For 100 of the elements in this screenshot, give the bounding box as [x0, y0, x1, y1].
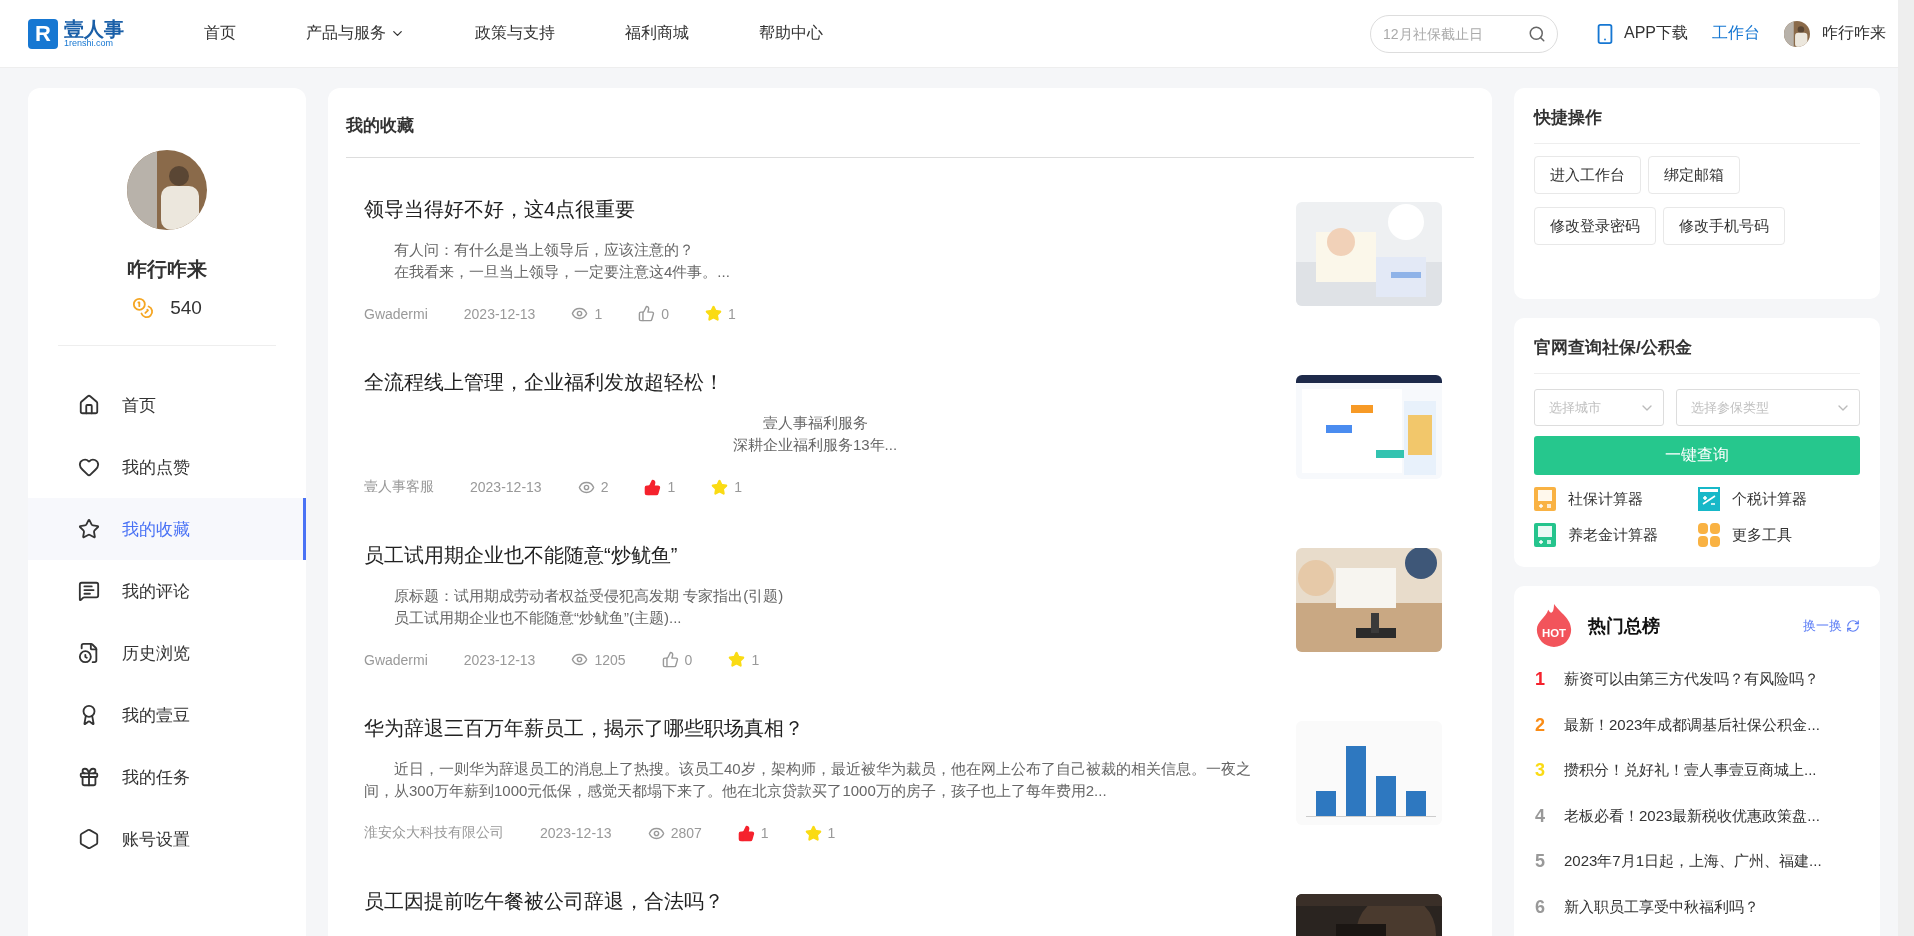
tool-link[interactable]: 更多工具: [1698, 523, 1860, 547]
workbench-link[interactable]: 工作台: [1712, 23, 1760, 44]
view-count: 2: [600, 479, 609, 495]
star-icon[interactable]: [705, 305, 722, 322]
nav-link[interactable]: 产品与服务: [306, 23, 405, 44]
quick-action-button[interactable]: 绑定邮箱: [1648, 156, 1740, 194]
article-date: 2023-12-13: [463, 305, 536, 322]
article-title[interactable]: 员工试用期企业也不能随意“炒鱿鱼”: [364, 542, 1266, 569]
rank-number: 5: [1534, 851, 1546, 873]
hot-list-item[interactable]: 3 攒积分！兑好礼！壹人事壹豆商城上...: [1534, 748, 1860, 794]
thumbs-up-icon[interactable]: [661, 651, 679, 668]
rank-number: 3: [1534, 760, 1546, 782]
article-date: 2023-12-13: [463, 651, 536, 668]
like-count: 1: [760, 825, 769, 841]
hot-list-item[interactable]: 4 老板必看！2023最新税收优惠政策盘...: [1534, 793, 1860, 839]
star-icon[interactable]: [728, 651, 746, 668]
sidebar-item[interactable]: 我的评论: [28, 560, 306, 622]
refresh-link[interactable]: 换一换: [1803, 616, 1860, 635]
article-summary: 壹人事福利服务: [761, 413, 869, 433]
gift-icon: [78, 766, 100, 788]
rank-number: 2: [1534, 714, 1546, 736]
search-icon[interactable]: [1528, 24, 1546, 43]
article-title[interactable]: 领导当得好不好，这4点很重要: [364, 196, 1266, 223]
like-count: 0: [684, 651, 693, 668]
logo-mark[interactable]: R: [28, 18, 58, 49]
logo-domain: 1renshi.com: [64, 39, 114, 48]
rank-number: 6: [1534, 896, 1546, 918]
hot-list-item[interactable]: 2 最新！2023年成都调基后社保公积金...: [1534, 702, 1860, 748]
app-download-link[interactable]: APP下载: [1594, 22, 1688, 45]
star-count: 1: [751, 651, 760, 668]
star-count: 1: [827, 825, 836, 841]
nav-link[interactable]: 政策与支持: [475, 23, 555, 44]
like-count: 0: [661, 305, 669, 322]
article-summary: 员工试用期企业也不能随意“炒鱿鱼”(主题)...: [393, 608, 683, 628]
tool-link[interactable]: 社保计算器: [1534, 487, 1698, 511]
rank-number: 4: [1534, 805, 1546, 827]
quick-action-button[interactable]: 修改手机号码: [1663, 207, 1785, 245]
eye-icon: [571, 305, 589, 322]
card-title: 热门总榜: [1588, 614, 1660, 638]
eye-icon: [571, 651, 589, 668]
nav-link[interactable]: 首页: [204, 23, 236, 44]
sidebar-item[interactable]: 首页: [28, 374, 306, 436]
coins-icon: [132, 297, 155, 319]
article-summary: 原标题：试用期成劳动者权益受侵犯高发期 专家指出(引题): [393, 586, 785, 606]
article-summary: 近日，一则华为辞退员工的消息上了热搜。该员工40岁，架构师，最近被华为裁员，他在网上公布了自己被裁的相关信息。一夜之间，从300万年薪到1000元低保，感觉天都塌下来了。他在北京贷款买了1000万的房子，孩子也上了每年费用2...: [364, 759, 1252, 801]
article-author: 淮安众大科技有限公司: [364, 824, 504, 842]
home-icon: [78, 394, 100, 416]
coin-count: 540: [170, 297, 202, 319]
tool-link[interactable]: 个税计算器: [1698, 487, 1860, 511]
sidebar-item[interactable]: 历史浏览: [28, 622, 306, 684]
quick-action-button[interactable]: 进入工作台: [1534, 156, 1641, 194]
view-count: 2807: [670, 825, 702, 841]
article-title[interactable]: 全流程线上管理，企业福利发放超轻松！: [364, 369, 1266, 396]
article-author: 壹人事客服: [364, 478, 434, 496]
star-count: 1: [734, 479, 742, 495]
profile-name: 咋行咋来: [127, 257, 207, 282]
section-title: 我的收藏: [346, 88, 1474, 158]
logo-name: 壹人事: [64, 19, 124, 39]
nav-link[interactable]: 帮助中心: [759, 23, 823, 44]
sidebar-item[interactable]: 我的收藏: [28, 498, 306, 560]
like-count: 1: [667, 479, 676, 495]
document-clock-icon: [78, 642, 100, 664]
heart-icon: [78, 456, 100, 478]
article-author: Gwadermi: [364, 305, 428, 322]
view-count: 1205: [594, 651, 626, 668]
star-icon: [78, 518, 100, 540]
sidebar-item[interactable]: 我的点赞: [28, 436, 306, 498]
hot-list-item[interactable]: 6 新入职员工享受中秋福利吗？: [1534, 884, 1860, 930]
rank-number: 1: [1534, 669, 1546, 691]
sidebar-item[interactable]: 我的壹豆: [28, 684, 306, 746]
article-summary: 深耕企业福利服务13年...: [731, 435, 899, 455]
thumbs-up-icon[interactable]: [638, 305, 656, 322]
article-summary: 有人问：有什么是当上领导后，应该注意的？: [393, 240, 695, 260]
hot-list-item[interactable]: 1 薪资可以由第三方代发吗？有风险吗？: [1534, 657, 1860, 703]
star-icon[interactable]: [711, 478, 729, 496]
star-count: 1: [728, 305, 736, 322]
tool-link[interactable]: 养老金计算器: [1534, 523, 1698, 547]
flame-icon: HOT: [1534, 604, 1574, 647]
quick-action-button[interactable]: 修改登录密码: [1534, 207, 1656, 245]
article-author: Gwadermi: [364, 651, 428, 668]
card-title: 官网查询社保/公积金: [1534, 318, 1860, 374]
view-count: 1: [594, 305, 603, 322]
thumbs-up-icon[interactable]: [644, 478, 662, 496]
thumbs-up-icon[interactable]: [737, 824, 755, 842]
article-title[interactable]: 华为辞退三百万年薪员工，揭示了哪些职场真相？: [364, 715, 1266, 742]
user-name[interactable]: 咋行咋来: [1822, 23, 1886, 44]
hexagon-icon: [78, 828, 100, 850]
refresh-icon: [1846, 618, 1860, 633]
hot-list-item[interactable]: 5 2023年7月1日起，上海、广州、福建...: [1534, 839, 1860, 885]
article-summary: 在我看来，一旦当上领导，一定要注意这4件事。...: [393, 262, 731, 282]
card-title: 快捷操作: [1534, 88, 1860, 144]
comment-icon: [78, 580, 100, 602]
sidebar-item[interactable]: 我的任务: [28, 746, 306, 808]
article-title[interactable]: 员工因提前吃午餐被公司辞退，合法吗？: [364, 888, 1266, 915]
nav-link[interactable]: 福利商城: [625, 23, 689, 44]
article-date: 2023-12-13: [470, 479, 542, 495]
sidebar-item[interactable]: 账号设置: [28, 808, 306, 870]
article-date: 2023-12-13: [540, 825, 612, 841]
search-field[interactable]: 12月社保截止日: [1370, 14, 1558, 53]
star-icon[interactable]: [804, 824, 822, 842]
